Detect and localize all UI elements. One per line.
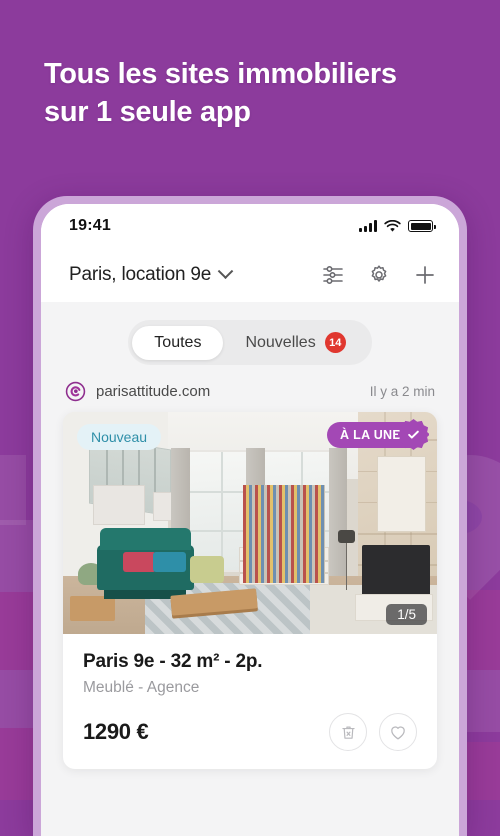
battery-full-icon [408,220,433,232]
gear-icon[interactable] [367,263,391,287]
feed-tabs: Toutes Nouvelles 14 [128,320,371,365]
plus-icon[interactable] [413,263,437,287]
tab-nouvelles-label: Nouvelles [245,334,315,352]
listing-card[interactable]: Nouveau À LA UNE 1/5 Paris 9e - 32 m² - … [63,412,437,769]
photo-tripod-lamp [346,541,348,590]
favorite-listing-button[interactable] [379,713,417,751]
headline-line-1: Tous les sites immobiliers [44,56,464,94]
headline-line-2: sur 1 seule app [44,94,464,132]
badge-nouveau: Nouveau [77,424,161,450]
tab-toutes-label: Toutes [154,334,201,352]
parisattitude-spiral-logo [65,381,86,402]
phone-screen: 19:41 Paris, location 9e [41,204,459,836]
heart-icon [388,722,408,742]
feed-tabs-wrap: Toutes Nouvelles 14 [41,302,459,379]
photo-white-panel [377,456,426,531]
listing-price: 1290 € [83,719,149,745]
chevron-down-icon [218,263,234,279]
listing-subtitle: Meublé - Agence [83,679,417,697]
sliders-filter-icon[interactable] [321,263,345,287]
promo-headline: Tous les sites immobiliers sur 1 seule a… [44,56,464,131]
status-bar: 19:41 [41,204,459,248]
phone-mockup: 19:41 Paris, location 9e [33,196,467,836]
listing-feed: Toutes Nouvelles 14 parisattitude.com Il… [41,302,459,836]
location-selector[interactable]: Paris, location 9e [69,264,231,286]
listing-footer: 1290 € [63,697,437,769]
bg-band [0,455,26,525]
source-row: parisattitude.com Il y a 2 min [41,379,459,412]
listing-actions [329,713,417,751]
location-label: Paris, location 9e [69,264,211,286]
photo-curtain [329,448,348,577]
app-nav-bar: Paris, location 9e [41,248,459,302]
listing-title: Paris 9e - 32 m² - 2p. [83,651,417,673]
tab-nouvelles-badge: 14 [325,332,346,353]
source-name[interactable]: parisattitude.com [96,383,210,400]
tab-nouvelles[interactable]: Nouvelles 14 [223,324,367,361]
photo-cushion [153,552,187,572]
photo-books [243,499,325,583]
status-icons [359,220,433,233]
status-time: 19:41 [69,217,111,235]
nav-actions [321,263,437,287]
wifi-icon [384,220,401,233]
photo-cushion [123,552,157,572]
listing-body: Paris 9e - 32 m² - 2p. Meublé - Agence [63,634,437,697]
tab-toutes[interactable]: Toutes [132,326,223,360]
photo-counter: 1/5 [386,604,427,625]
photo-armchair [190,556,224,583]
trash-x-icon [339,723,358,742]
cellular-signal-icon [359,220,377,232]
photo-side-table [70,596,115,620]
badge-a-la-une: À LA UNE [327,422,427,448]
listing-photo[interactable]: Nouveau À LA UNE 1/5 [63,412,437,634]
source-time-ago: Il y a 2 min [370,384,435,399]
delete-listing-button[interactable] [329,713,367,751]
photo-wall-art [93,485,145,525]
photo-television [362,545,429,596]
